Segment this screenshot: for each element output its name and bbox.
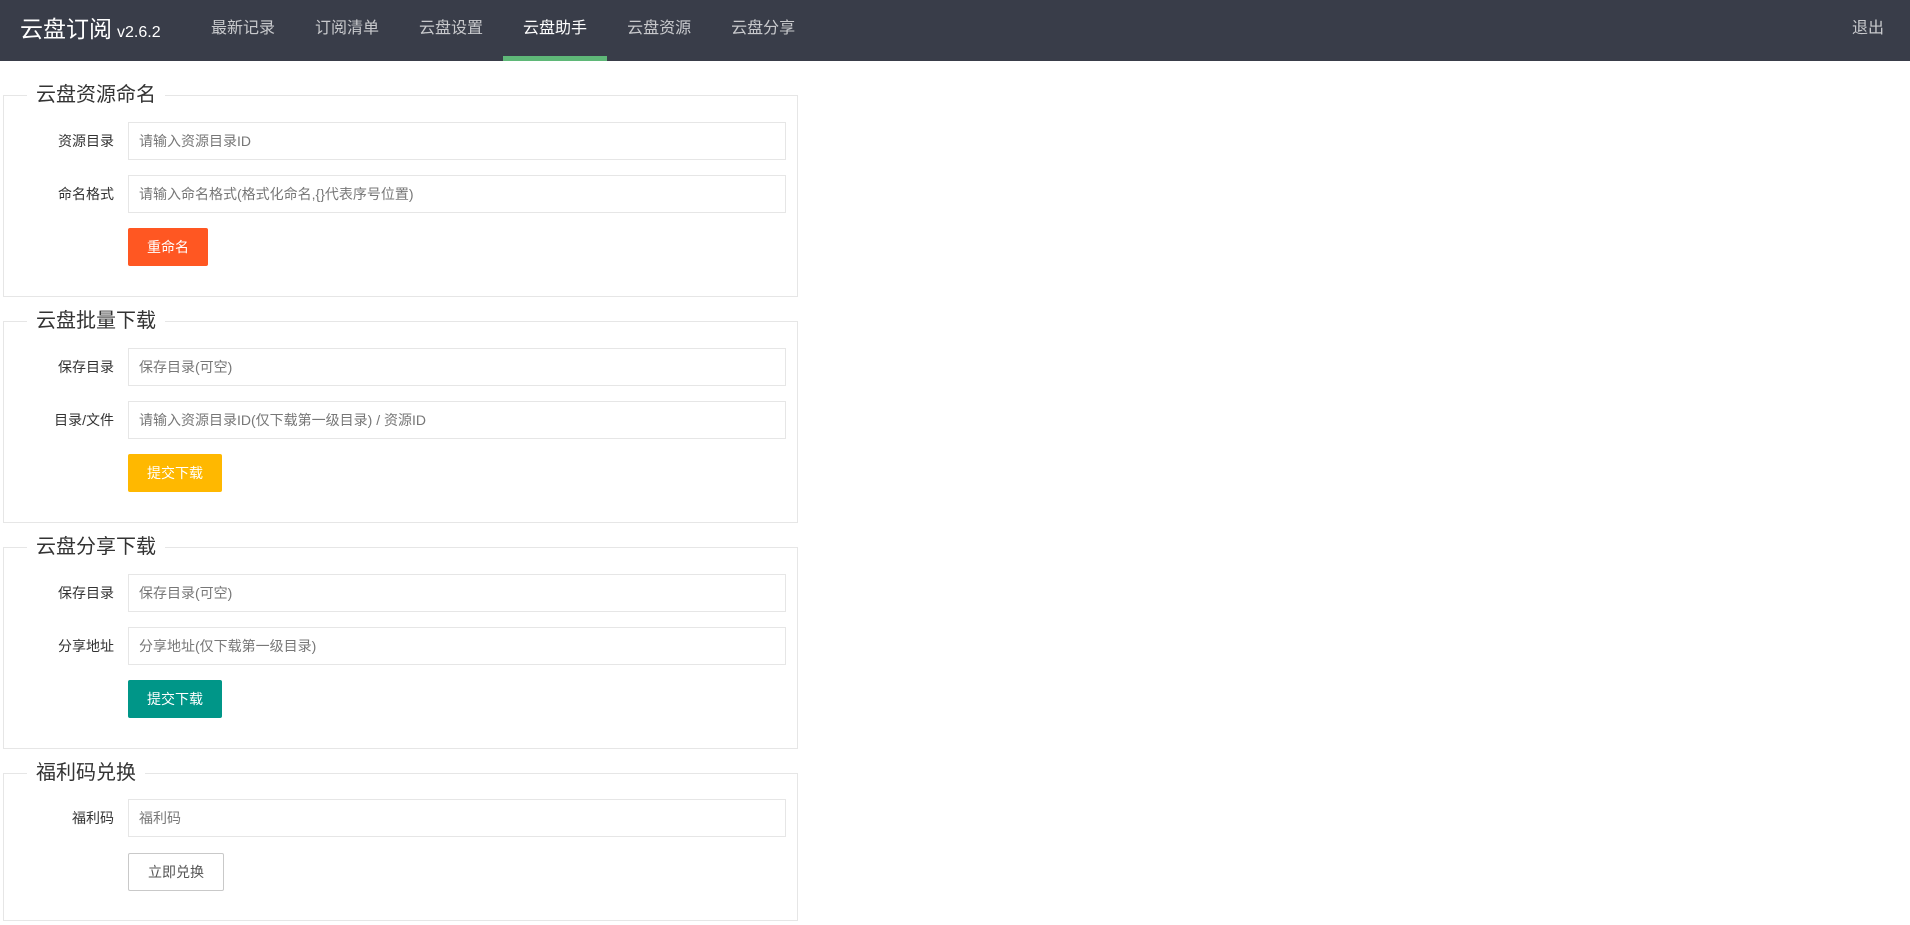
redeem-section: 福利码兑换 福利码 立即兑换 — [3, 759, 798, 921]
batch-submit-button[interactable]: 提交下载 — [128, 454, 222, 492]
nav-item-share[interactable]: 云盘分享 — [711, 0, 815, 61]
rename-dir-label: 资源目录 — [58, 133, 114, 149]
brand: 云盘订阅 v2.6.2 — [20, 0, 161, 61]
nav-item-latest[interactable]: 最新记录 — [191, 0, 295, 61]
rename-format-input[interactable] — [128, 175, 786, 213]
nav-item-subscriptions[interactable]: 订阅清单 — [295, 0, 399, 61]
share-submit-button[interactable]: 提交下载 — [128, 680, 222, 718]
logout-link[interactable]: 退出 — [1852, 0, 1884, 61]
rename-button[interactable]: 重命名 — [128, 228, 208, 266]
share-download-section-title: 云盘分享下载 — [27, 533, 165, 561]
redeem-section-title: 福利码兑换 — [27, 759, 145, 787]
share-url-input[interactable] — [128, 627, 786, 665]
nav-item-resources[interactable]: 云盘资源 — [607, 0, 711, 61]
redeem-code-input[interactable] — [128, 799, 786, 837]
main-nav: 最新记录 订阅清单 云盘设置 云盘助手 云盘资源 云盘分享 — [191, 0, 815, 61]
rename-dir-input[interactable] — [128, 122, 786, 160]
rename-section: 云盘资源命名 资源目录 命名格式 重命名 — [3, 81, 798, 297]
redeem-code-label: 福利码 — [72, 810, 114, 826]
batch-target-label: 目录/文件 — [54, 412, 114, 428]
redeem-code-row: 福利码 — [4, 799, 797, 837]
share-save-row: 保存目录 — [4, 574, 797, 612]
batch-target-input[interactable] — [128, 401, 786, 439]
batch-save-label: 保存目录 — [58, 359, 114, 375]
app-version: v2.6.2 — [117, 24, 161, 41]
share-save-input[interactable] — [128, 574, 786, 612]
nav-item-settings[interactable]: 云盘设置 — [399, 0, 503, 61]
batch-download-section-title: 云盘批量下载 — [27, 307, 165, 335]
rename-format-label: 命名格式 — [58, 186, 114, 202]
top-header: 云盘订阅 v2.6.2 最新记录 订阅清单 云盘设置 云盘助手 云盘资源 云盘分享… — [0, 0, 1910, 61]
batch-download-section: 云盘批量下载 保存目录 目录/文件 提交下载 — [3, 307, 798, 523]
rename-section-title: 云盘资源命名 — [27, 81, 165, 109]
share-save-label: 保存目录 — [58, 585, 114, 601]
nav-item-assistant[interactable]: 云盘助手 — [503, 0, 608, 61]
redeem-button[interactable]: 立即兑换 — [128, 853, 224, 891]
app-name: 云盘订阅 — [20, 16, 112, 42]
share-url-label: 分享地址 — [58, 638, 114, 654]
share-download-section: 云盘分享下载 保存目录 分享地址 提交下载 — [3, 533, 798, 749]
batch-target-row: 目录/文件 — [4, 401, 797, 439]
rename-format-row: 命名格式 — [4, 175, 797, 213]
batch-save-input[interactable] — [128, 348, 786, 386]
rename-dir-row: 资源目录 — [4, 122, 797, 160]
batch-save-row: 保存目录 — [4, 348, 797, 386]
share-url-row: 分享地址 — [4, 627, 797, 665]
